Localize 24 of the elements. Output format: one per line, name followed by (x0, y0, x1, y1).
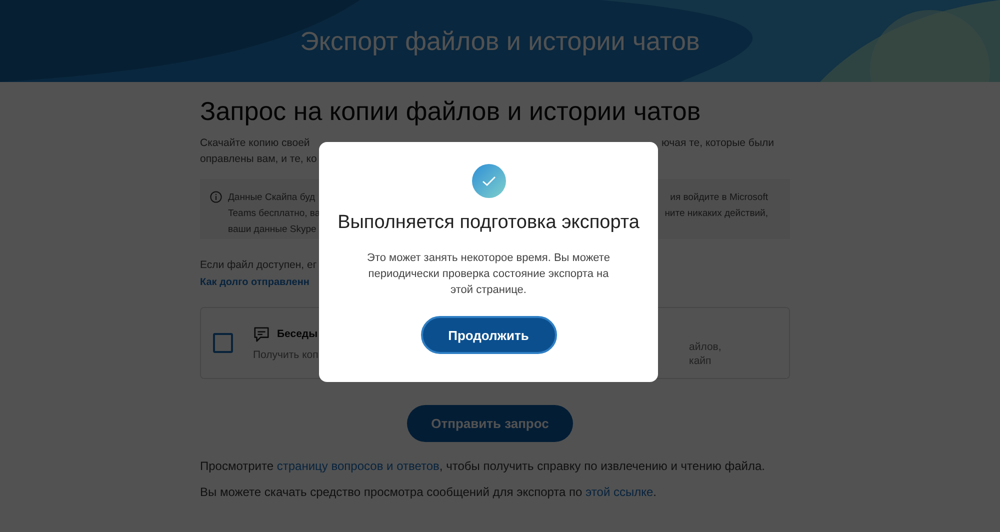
check-icon (472, 164, 506, 198)
notice-text: Данные Скайпа буд (228, 192, 316, 202)
chat-icon (253, 326, 270, 342)
availability-text: Если файл доступен, ег (200, 258, 317, 273)
intro-text: ючая те, которые были (662, 137, 774, 149)
notice-text: ваши данные Skype (228, 224, 316, 234)
footer-text: Просмотрите страницу вопросов и ответов, чтобы получить справку по извлечению и чтению файла. (200, 459, 766, 473)
dialog-title: Выполняется подготовка экспорта (338, 212, 640, 234)
page-title: Экспорт файлов и истории чатов (300, 26, 700, 56)
intro-text: оправлены вам, и те, ко (200, 153, 317, 165)
info-icon (210, 191, 222, 203)
notice-text: ия войдите в Microsoft (670, 192, 768, 202)
heading: Запрос на копии файлов и истории чатов (200, 96, 702, 127)
help-link[interactable]: Как долго отправленн (200, 274, 310, 291)
footer-text: Вы можете скачать средство просмотра сообщений для экспорта по этой ссылке. (200, 485, 658, 499)
footer-link[interactable]: этой ссылке (586, 485, 654, 499)
footer-link[interactable]: страницу вопросов и ответов (276, 459, 440, 473)
notice-text: ните никаких действий, (664, 208, 768, 218)
continue-button[interactable]: Продолжить (420, 316, 556, 354)
option-title: Беседы (277, 328, 318, 340)
submit-button[interactable]: Отправить запрос (407, 405, 573, 442)
checkbox[interactable] (213, 333, 233, 353)
dialog-message: Это может занять некоторое время. Вы можете периодически проверка состояние экспорта на этой странице. (366, 251, 611, 298)
intro-text: Скачайте копию своей (200, 137, 310, 149)
